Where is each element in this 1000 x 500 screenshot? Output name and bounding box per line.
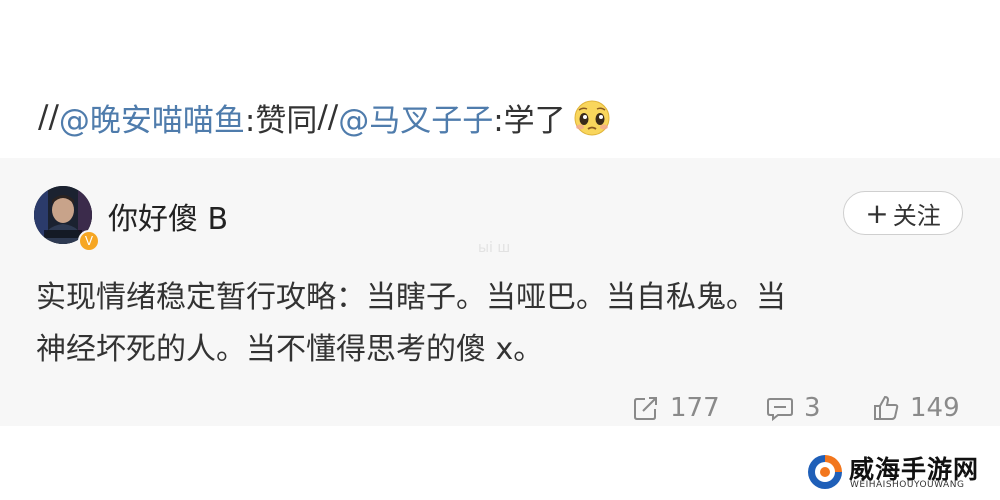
comment-action[interactable]: 3 [766, 391, 821, 425]
mention-link[interactable]: @马叉子子 [338, 95, 493, 140]
like-count: 149 [910, 393, 960, 423]
weibo-screenshot: // @晚安喵喵鱼 :赞同 // @马叉子子 :学了 V 你好傻 B + 关注 … [0, 0, 1000, 500]
follow-button[interactable]: + 关注 [843, 191, 963, 235]
faint-watermark: ыі ш [478, 240, 511, 256]
original-post-card[interactable]: V 你好傻 B + 关注 ыі ш 实现情绪稳定暂行攻略：当瞎子。当哑巴。当自私… [0, 158, 1000, 426]
site-logo: 威海手游网 WEIHAISHOUYOUWANG [805, 447, 995, 497]
pleading-face-emoji-icon [572, 97, 612, 137]
logo-swirl-icon [805, 452, 845, 492]
repost-count: 177 [670, 393, 720, 423]
repost-prefix: // [38, 99, 59, 135]
verified-badge-icon: V [78, 230, 100, 252]
mention-link[interactable]: @晚安喵喵鱼 [59, 95, 245, 140]
repost-prefix: // [317, 99, 339, 135]
username[interactable]: 你好傻 B [108, 194, 228, 238]
like-action[interactable]: 149 [872, 391, 960, 425]
repost-text: :赞同 [244, 102, 318, 139]
logo-subtitle: WEIHAISHOUYOUWANG [850, 480, 965, 490]
post-body: 实现情绪稳定暂行攻略：当瞎子。当哑巴。当自私鬼。当 神经坏死的人。当不懂得思考的… [36, 272, 966, 376]
post-body-line: 神经坏死的人。当不懂得思考的傻 x。 [36, 332, 544, 367]
thumbs-up-icon [872, 394, 900, 422]
share-icon [632, 394, 660, 422]
plus-icon: + [865, 196, 889, 230]
follow-button-label: 关注 [892, 201, 941, 230]
comment-icon [766, 394, 794, 422]
post-body-line: 实现情绪稳定暂行攻略：当瞎子。当哑巴。当自私鬼。当 [36, 280, 786, 315]
repost-action[interactable]: 177 [632, 391, 720, 425]
repost-chain: // @晚安喵喵鱼 :赞同 // @马叉子子 :学了 [38, 92, 612, 142]
comment-count: 3 [804, 393, 821, 423]
repost-text: :学了 [493, 102, 566, 139]
